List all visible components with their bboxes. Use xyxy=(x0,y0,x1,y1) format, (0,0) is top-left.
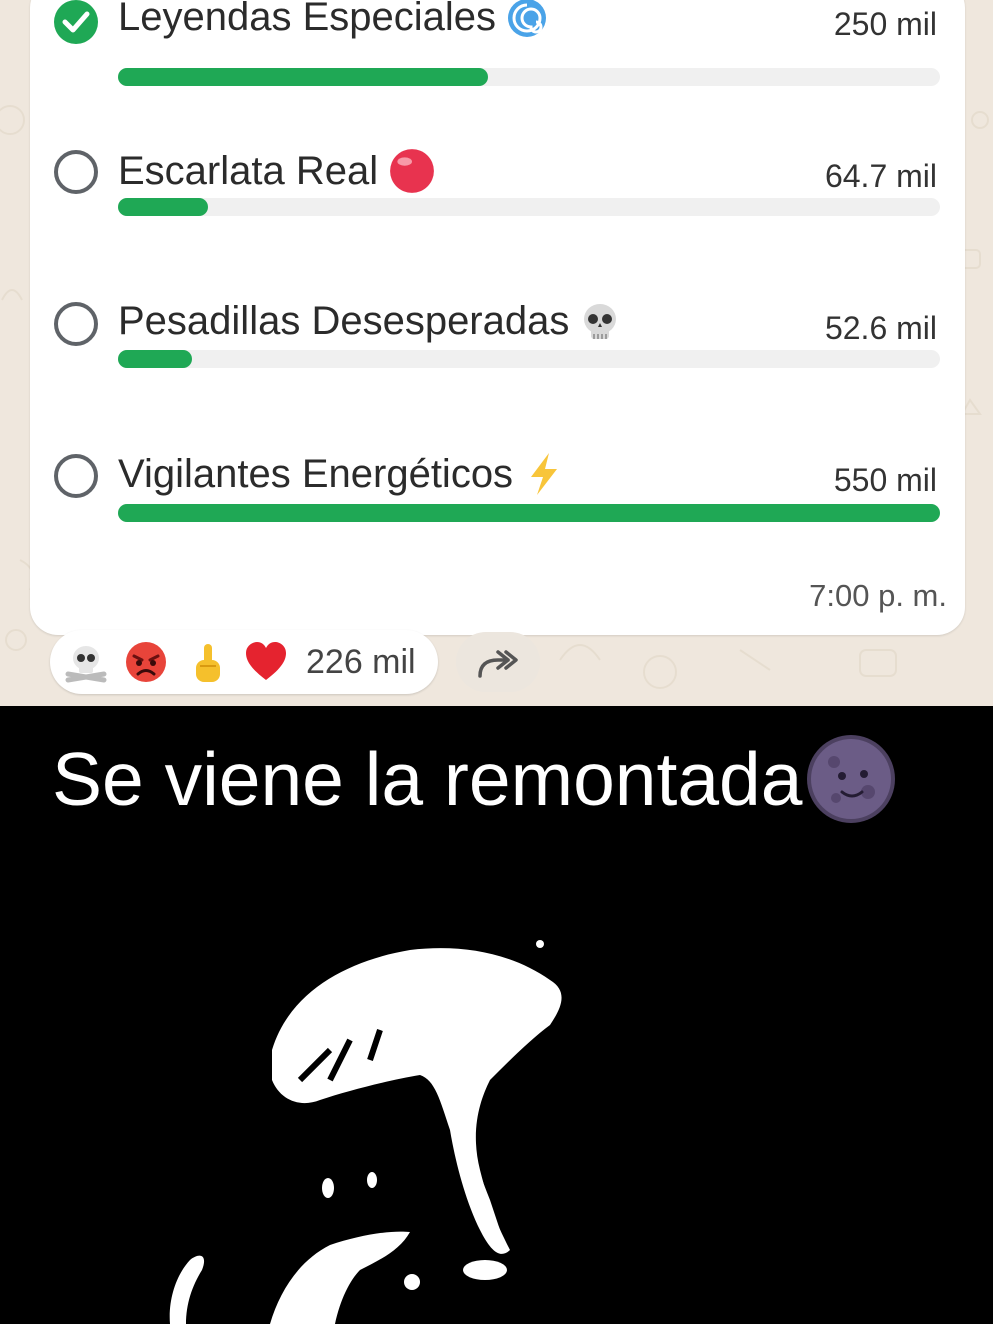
poll-option-label: Leyendas Especiales xyxy=(118,0,497,39)
vote-progress-track xyxy=(118,68,940,86)
message-time: 7:00 p. m. xyxy=(809,578,947,613)
radio-icon[interactable] xyxy=(54,150,98,194)
forward-icon xyxy=(478,650,518,678)
vote-progress-fill xyxy=(118,68,488,86)
angry-face-icon xyxy=(126,642,166,682)
video-caption: Se viene la remontada xyxy=(52,734,896,824)
vote-count: 52.6 mil xyxy=(824,310,937,346)
poll-option-label: Escarlata Real xyxy=(118,148,379,193)
poll-option-escarlata-real[interactable]: Escarlata Real 64.7 mil xyxy=(30,148,965,270)
vote-progress-fill xyxy=(118,504,940,522)
poll-option-pesadillas-desesperadas[interactable]: Pesadillas Desesperadas 52.6 mil xyxy=(30,299,965,422)
poll-option-vigilantes-energeticos[interactable]: Vigilantes Energéticos 550 mil xyxy=(30,451,965,574)
new-moon-face-icon xyxy=(807,735,896,823)
reaction-count: 226 mil xyxy=(306,643,416,681)
vote-count: 550 mil xyxy=(833,462,937,498)
red-circle-icon xyxy=(390,149,435,193)
middle-finger-icon xyxy=(196,644,220,682)
vote-progress-track xyxy=(118,198,940,216)
cyclone-icon xyxy=(508,0,547,37)
high-contrast-portrait-image xyxy=(169,940,562,1324)
vote-count: 250 mil xyxy=(833,6,937,42)
poll-card: Leyendas Especiales 250 mil Escarlata Re… xyxy=(30,0,965,635)
vote-progress-fill xyxy=(118,198,209,216)
poll-option-leyendas-especiales[interactable]: Leyendas Especiales 250 mil xyxy=(30,0,965,100)
radio-icon[interactable] xyxy=(54,302,98,346)
poll-option-label: Vigilantes Energéticos xyxy=(118,451,514,496)
forward-button[interactable] xyxy=(456,632,540,692)
vote-count: 64.7 mil xyxy=(824,158,937,194)
red-heart-icon xyxy=(246,642,286,680)
skull-icon xyxy=(584,303,617,339)
reactions-bar[interactable]: 226 mil xyxy=(50,630,438,694)
lightning-icon xyxy=(531,453,558,495)
caption-text: Se viene la remontada xyxy=(52,737,803,821)
vote-progress-track xyxy=(118,504,940,522)
radio-icon[interactable] xyxy=(54,454,98,498)
skull-crossbones-icon xyxy=(65,646,107,683)
vote-progress-fill xyxy=(118,350,192,368)
checked-radio-icon[interactable] xyxy=(54,0,98,44)
chat-area: Leyendas Especiales 250 mil Escarlata Re… xyxy=(0,0,993,706)
vote-progress-track xyxy=(118,350,940,368)
poll-option-label: Pesadillas Desesperadas xyxy=(118,299,570,343)
